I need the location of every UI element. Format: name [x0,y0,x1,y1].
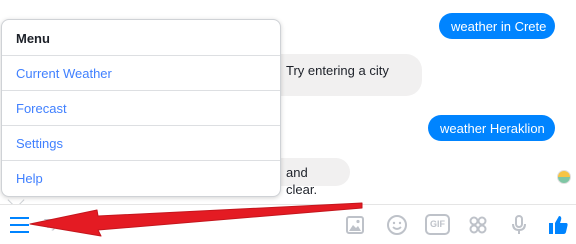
message-outgoing: weather Heraklion [428,115,555,141]
message-outgoing: weather in Crete [439,13,555,39]
thumbs-up-icon[interactable] [546,213,570,237]
gif-icon[interactable]: GIF [425,214,450,235]
microphone-icon[interactable] [507,213,531,237]
menu-icon[interactable] [10,217,29,233]
menu-item-settings[interactable]: Settings [2,126,280,161]
seen-avatar [557,170,571,184]
sticker-icon[interactable] [466,213,490,237]
menu-item-current-weather[interactable]: Current Weather [2,56,280,91]
menu-item-forecast[interactable]: Forecast [2,91,280,126]
message-input[interactable]: Ty essage... [44,216,114,231]
bot-menu: Menu Current Weather Forecast Settings H… [1,19,281,197]
menu-item-help[interactable]: Help [2,161,280,196]
menu-title: Menu [2,20,280,56]
composer-bar: Ty essage... GIF [0,204,576,244]
emoji-icon[interactable] [385,213,409,237]
image-icon[interactable] [343,213,367,237]
